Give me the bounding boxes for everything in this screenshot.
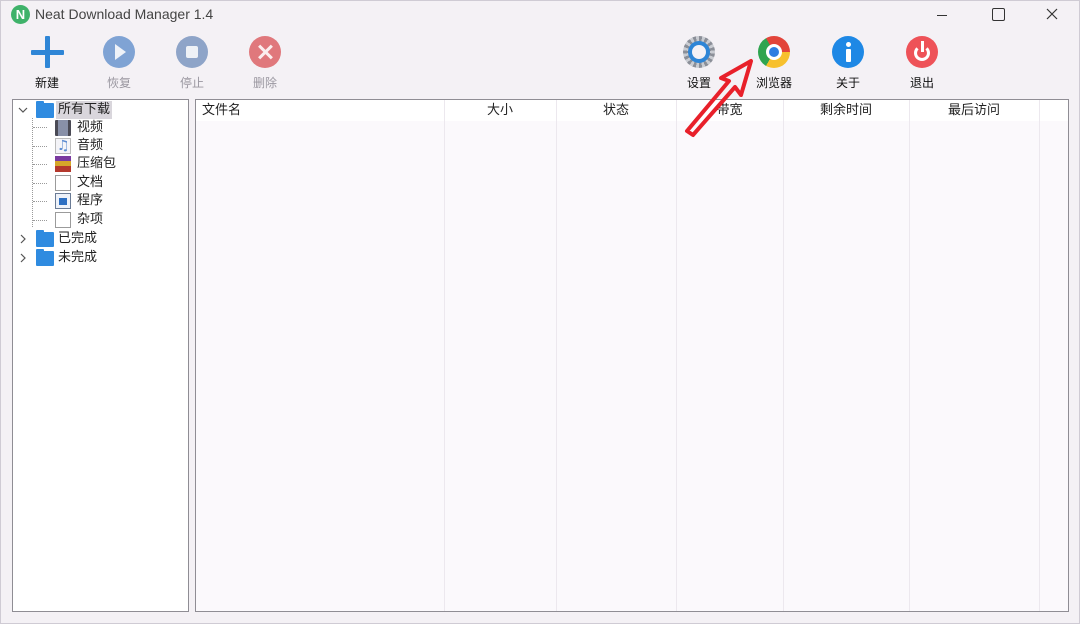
- chevron-right-icon[interactable]: [17, 230, 29, 248]
- film-icon: [55, 120, 71, 136]
- column-divider[interactable]: [444, 100, 445, 611]
- archive-icon: [55, 156, 71, 172]
- tree-item-program[interactable]: 程序: [55, 192, 185, 210]
- tree-item-archive[interactable]: 压缩包: [55, 155, 185, 173]
- minimize-button[interactable]: [919, 1, 965, 29]
- stop-icon: [175, 35, 209, 69]
- stop-label: 停止: [179, 76, 204, 90]
- window-title: Neat Download Manager 1.4: [35, 6, 214, 22]
- chevron-down-icon[interactable]: [17, 101, 29, 119]
- app-logo-letter: N: [15, 7, 26, 22]
- plus-icon: [30, 35, 64, 69]
- tree-label-video: 视频: [77, 120, 104, 135]
- column-divider[interactable]: [1039, 100, 1040, 611]
- column-header-time-left[interactable]: 剩余时间: [783, 100, 909, 121]
- toolbar: 新建 恢复 停止 删除 设置 浏览器 关于 退出: [1, 29, 1079, 93]
- tree-label-misc: 杂项: [77, 212, 104, 227]
- delete-label: 删除: [252, 76, 277, 90]
- column-divider[interactable]: [556, 100, 557, 611]
- play-icon: [102, 35, 136, 69]
- download-list[interactable]: 文件名 大小 状态 带宽 剩余时间 最后访问: [195, 99, 1069, 612]
- tree-item-document[interactable]: 文档: [55, 174, 185, 192]
- category-tree[interactable]: 所有下载 视频 音频 压缩包 文档 程序 杂项: [12, 99, 189, 612]
- tree-item-misc[interactable]: 杂项: [55, 211, 185, 229]
- tree-label-all-downloads: 所有下载: [56, 101, 113, 119]
- tree-label-archive: 压缩包: [77, 156, 117, 171]
- document-icon: [55, 175, 71, 191]
- program-icon: [55, 193, 71, 209]
- annotation-arrow-icon: [685, 59, 753, 137]
- delete-x-icon: [248, 35, 282, 69]
- tree-label-completed: 已完成: [58, 231, 98, 246]
- tree-item-video[interactable]: 视频: [55, 119, 185, 137]
- maximize-button[interactable]: [975, 1, 1021, 29]
- column-header-filename[interactable]: 文件名: [196, 100, 444, 121]
- resume-button[interactable]: 恢复: [87, 33, 151, 91]
- about-button[interactable]: 关于: [816, 33, 880, 91]
- tree-label-incomplete: 未完成: [58, 250, 98, 265]
- tree-label-audio: 音频: [77, 138, 104, 153]
- tree-item-audio[interactable]: 音频: [55, 137, 185, 155]
- close-button[interactable]: [1029, 1, 1075, 29]
- column-header-filler: [1039, 100, 1068, 121]
- tree-label-document: 文档: [77, 175, 104, 190]
- exit-label: 退出: [909, 76, 934, 90]
- column-header-last-access[interactable]: 最后访问: [909, 100, 1039, 121]
- tree-connector: [32, 118, 33, 227]
- music-note-icon: [55, 137, 71, 155]
- tree-item-completed[interactable]: 已完成: [17, 230, 187, 248]
- resume-label: 恢复: [106, 76, 131, 90]
- tree-item-incomplete[interactable]: 未完成: [17, 249, 187, 267]
- folder-icon: [36, 230, 54, 247]
- column-header-size[interactable]: 大小: [444, 100, 556, 121]
- tree-label-program: 程序: [77, 193, 104, 208]
- stop-button[interactable]: 停止: [160, 33, 224, 91]
- column-divider[interactable]: [909, 100, 910, 611]
- column-divider[interactable]: [783, 100, 784, 611]
- exit-button[interactable]: 退出: [890, 33, 954, 91]
- close-icon: [1046, 8, 1058, 20]
- delete-button[interactable]: 删除: [233, 33, 297, 91]
- tree-item-all-downloads[interactable]: 所有下载: [17, 101, 187, 119]
- new-button[interactable]: 新建: [15, 33, 79, 91]
- chevron-right-icon[interactable]: [17, 249, 29, 267]
- column-header-status[interactable]: 状态: [556, 100, 676, 121]
- about-label: 关于: [835, 76, 860, 90]
- blank-file-icon: [55, 212, 71, 228]
- app-logo-icon: N: [11, 5, 30, 24]
- folder-icon: [36, 101, 54, 118]
- folder-icon: [36, 249, 54, 266]
- column-divider[interactable]: [676, 100, 677, 611]
- title-bar: N Neat Download Manager 1.4: [1, 1, 1079, 29]
- new-label: 新建: [34, 76, 59, 90]
- power-icon: [905, 35, 939, 69]
- info-icon: [831, 35, 865, 69]
- app-window: N Neat Download Manager 1.4 新建 恢复 停止 删除 …: [0, 0, 1080, 624]
